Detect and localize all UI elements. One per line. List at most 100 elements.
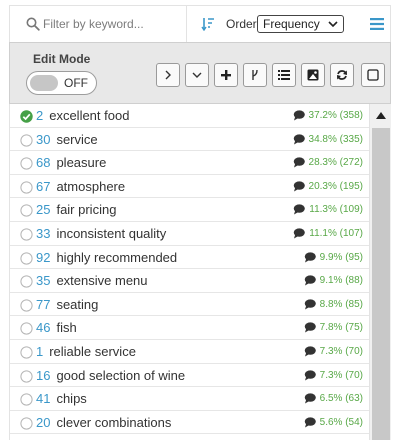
list-item[interactable]: 25 fair pricing 11.3% (109) bbox=[10, 198, 369, 222]
item-term: highly recommended bbox=[56, 249, 178, 265]
order-select-value: Frequency bbox=[263, 17, 320, 31]
item-number: 35 bbox=[36, 273, 51, 289]
unchecked-circle-icon[interactable] bbox=[20, 299, 33, 312]
select-all-button[interactable] bbox=[361, 63, 385, 87]
item-percentage: 9.9% (95) bbox=[319, 251, 363, 263]
item-number: 20 bbox=[36, 414, 51, 430]
vertical-scrollbar[interactable] bbox=[369, 104, 391, 440]
unchecked-circle-icon[interactable] bbox=[20, 181, 33, 194]
item-term: seating bbox=[56, 296, 99, 312]
item-number: 68 bbox=[36, 155, 51, 171]
unchecked-circle-icon[interactable] bbox=[20, 369, 33, 383]
order-select[interactable]: Frequency bbox=[257, 15, 344, 33]
item-percentage: 34.8% (335) bbox=[308, 133, 363, 145]
list-item[interactable]: 46 fish 7.8% (75) bbox=[10, 316, 369, 340]
list-item[interactable]: 2 excellent food 37.2% (358) bbox=[10, 104, 369, 128]
expand-button[interactable] bbox=[156, 63, 180, 87]
toggle-text: OFF bbox=[64, 76, 88, 90]
list-item[interactable]: 77 seating 8.8% (85) bbox=[10, 293, 369, 317]
image-button[interactable] bbox=[301, 63, 325, 87]
filter-placeholder: Filter by keyword... bbox=[43, 17, 144, 31]
item-percentage: 11.3% (109) bbox=[309, 204, 363, 216]
item-percentage: 9.1% (88) bbox=[319, 275, 363, 287]
item-percentage: 7.3% (70) bbox=[319, 345, 363, 357]
comment-icon bbox=[304, 299, 316, 310]
item-number: 30 bbox=[36, 131, 51, 147]
item-number: 46 bbox=[36, 320, 51, 336]
list-icon bbox=[278, 70, 290, 80]
order-label: Order: bbox=[226, 17, 261, 31]
unchecked-circle-icon[interactable] bbox=[20, 322, 33, 335]
scrollbar-thumb[interactable] bbox=[372, 128, 390, 440]
list-item[interactable]: 67 atmosphere 20.3% (195) bbox=[10, 175, 369, 199]
list-item[interactable]: 20 clever combinations 5.6% (54) bbox=[10, 411, 369, 435]
item-percentage: 11.1% (107) bbox=[309, 227, 363, 239]
search-icon bbox=[26, 17, 40, 31]
keyword-list: 2 excellent food 37.2% (358) 30 service 34.8%… bbox=[9, 104, 369, 440]
item-percentage: 8.8% (85) bbox=[319, 298, 363, 310]
edit-mode-toggle[interactable]: OFF bbox=[26, 71, 97, 95]
unchecked-circle-icon[interactable] bbox=[20, 133, 33, 147]
top-bar: Filter by keyword... Order: Frequency bbox=[9, 5, 391, 43]
merge-button[interactable] bbox=[243, 63, 267, 87]
plus-icon bbox=[221, 70, 231, 80]
comment-icon bbox=[293, 181, 305, 192]
item-term: chips bbox=[56, 391, 87, 407]
list-item[interactable]: 33 inconsistent quality 11.1% (107) bbox=[10, 222, 369, 246]
item-number: 25 bbox=[36, 202, 51, 218]
unchecked-circle-icon[interactable] bbox=[20, 251, 33, 265]
chevron-right-icon bbox=[165, 70, 171, 80]
sort-icon bbox=[201, 18, 214, 31]
scroll-up-arrow-icon[interactable] bbox=[376, 112, 386, 119]
item-number: 2 bbox=[36, 108, 44, 123]
list-item[interactable]: 68 pleasure 28.3% (272) bbox=[10, 151, 369, 175]
comment-icon bbox=[293, 157, 305, 168]
unchecked-circle-icon[interactable] bbox=[20, 204, 33, 217]
item-number: 33 bbox=[36, 225, 51, 241]
item-term: reliable service bbox=[49, 343, 136, 359]
list-item[interactable]: 30 service 34.8% (335) bbox=[10, 128, 369, 152]
list-item[interactable]: 1 reliable service 7.3% (70) bbox=[10, 340, 369, 364]
add-button[interactable] bbox=[214, 63, 238, 87]
item-percentage: 5.6% (54) bbox=[319, 416, 363, 428]
item-number: 92 bbox=[36, 249, 51, 265]
unchecked-circle-icon[interactable] bbox=[20, 417, 33, 430]
image-icon bbox=[307, 69, 319, 81]
comment-icon bbox=[304, 346, 316, 357]
list-item[interactable]: 41 chips 6.5% (63) bbox=[10, 387, 369, 411]
unchecked-circle-icon[interactable] bbox=[20, 228, 33, 241]
unchecked-circle-icon[interactable] bbox=[20, 393, 33, 406]
comment-icon bbox=[304, 251, 316, 263]
item-term: fair pricing bbox=[56, 202, 117, 218]
comment-icon bbox=[304, 393, 316, 404]
comment-icon bbox=[294, 204, 306, 215]
list-item[interactable]: 92 highly recommended 9.9% (95) bbox=[10, 246, 369, 270]
refresh-icon bbox=[337, 70, 347, 80]
collapse-button[interactable] bbox=[185, 63, 209, 87]
item-term: pleasure bbox=[56, 155, 107, 171]
list-item[interactable]: 35 extensive menu 9.1% (88) bbox=[10, 269, 369, 293]
chevron-down-icon bbox=[192, 72, 202, 78]
item-number: 67 bbox=[36, 178, 51, 194]
unchecked-circle-icon[interactable] bbox=[20, 157, 33, 170]
square-icon bbox=[367, 69, 379, 81]
item-percentage: 28.3% (272) bbox=[308, 157, 363, 169]
item-term: extensive menu bbox=[56, 273, 148, 289]
item-term: excellent food bbox=[49, 108, 130, 123]
list-item[interactable]: 16 good selection of wine 7.3% (70) bbox=[10, 364, 369, 388]
unchecked-circle-icon[interactable] bbox=[20, 346, 33, 359]
item-number: 1 bbox=[36, 343, 44, 359]
item-percentage: 20.3% (195) bbox=[308, 180, 363, 192]
comment-icon bbox=[293, 133, 305, 145]
item-number: 16 bbox=[36, 367, 51, 383]
list-button[interactable] bbox=[272, 63, 296, 87]
item-term: service bbox=[56, 131, 98, 147]
item-term: atmosphere bbox=[56, 178, 126, 194]
item-percentage: 7.8% (75) bbox=[319, 322, 363, 334]
refresh-button[interactable] bbox=[330, 63, 354, 87]
filter-input[interactable]: Filter by keyword... bbox=[10, 6, 187, 43]
hamburger-menu-icon[interactable] bbox=[370, 18, 384, 30]
unchecked-circle-icon[interactable] bbox=[20, 275, 33, 288]
checked-circle-icon[interactable] bbox=[20, 110, 33, 123]
item-number: 77 bbox=[36, 296, 51, 312]
